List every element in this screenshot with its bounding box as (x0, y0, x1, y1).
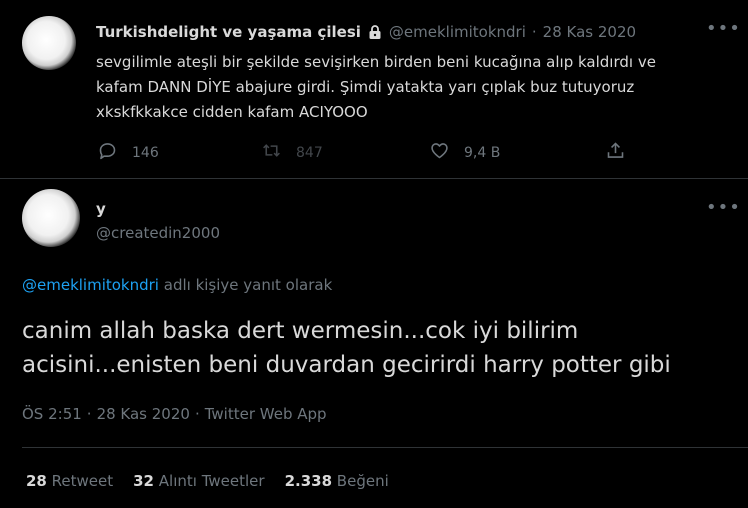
stats-row: 28 Retweet 32 Alıntı Tweetler 2.338 Beğe… (26, 472, 389, 490)
first-tweet-handle[interactable]: @emeklimitokndri (389, 23, 526, 41)
replying-to-suffix: adlı kişiye yanıt olarak (163, 276, 333, 294)
likes-stat[interactable]: 2.338 Beğeni (285, 472, 389, 490)
retweets-count: 28 (26, 472, 47, 490)
share-icon (605, 140, 626, 165)
first-tweet-date[interactable]: 28 Kas 2020 (543, 23, 636, 41)
reply-tweet-meta: ÖS 2:51 · 28 Kas 2020 · Twitter Web App (22, 405, 327, 423)
first-tweet-text-line: kafam DANN DİYE abajure girdi. Şimdi yat… (96, 78, 635, 96)
reply-tweet-text-line: acisini...enisten beni duvardan gecirird… (22, 352, 671, 378)
like-icon (429, 140, 450, 165)
like-button[interactable]: 9,4 B (429, 140, 500, 165)
divider (22, 447, 748, 448)
quotes-count: 32 (133, 472, 154, 490)
reply-button[interactable]: 146 (97, 140, 159, 165)
first-tweet-text: sevgilimle ateşli bir şekilde sevişirken… (96, 50, 656, 125)
avatar-reply-tweet[interactable] (22, 189, 80, 247)
retweet-icon (261, 140, 282, 165)
reply-tweet-source[interactable]: Twitter Web App (205, 405, 327, 423)
reply-tweet-text: canim allah baska dert wermesin...cok iy… (22, 314, 671, 382)
reply-tweet-date[interactable]: 28 Kas 2020 (97, 405, 190, 423)
share-button[interactable] (605, 140, 626, 165)
avatar-first-tweet[interactable] (22, 16, 76, 70)
divider (0, 178, 748, 179)
reply-count: 146 (132, 144, 159, 161)
likes-count: 2.338 (284, 472, 333, 490)
more-icon[interactable]: ••• (706, 18, 741, 39)
like-count: 9,4 B (464, 144, 501, 161)
reply-tweet-time[interactable]: ÖS 2:51 (22, 405, 82, 423)
reply-tweet-handle[interactable]: @createdin2000 (96, 224, 220, 242)
reply-tweet-display-name[interactable]: y (96, 200, 106, 218)
lock-icon (367, 24, 383, 40)
first-tweet-text-line: sevgilimle ateşli bir şekilde sevişirken… (96, 53, 656, 71)
more-icon[interactable]: ••• (706, 197, 741, 218)
reply-icon (97, 140, 118, 165)
meta-separator: · (86, 405, 92, 423)
first-tweet-text-line: xkskfkkakce cidden kafam ACIYOOO (96, 103, 368, 121)
likes-label: Beğeni (336, 472, 389, 490)
retweets-label: Retweet (51, 472, 114, 490)
quotes-label: Alıntı Tweetler (158, 472, 265, 490)
meta-separator: · (194, 405, 200, 423)
replying-to-handle[interactable]: @emeklimitokndri (22, 276, 159, 294)
retweet-count: 847 (296, 144, 323, 161)
reply-tweet-text-line: canim allah baska dert wermesin...cok iy… (22, 318, 579, 344)
first-tweet-header: Turkishdelight ve yaşama çilesi @emeklim… (96, 23, 636, 41)
quotes-stat[interactable]: 32 Alıntı Tweetler (133, 472, 264, 490)
retweets-stat[interactable]: 28 Retweet (26, 472, 113, 490)
retweet-button[interactable]: 847 (261, 140, 323, 165)
replying-to: @emeklimitokndri adlı kişiye yanıt olara… (22, 276, 332, 294)
first-tweet-display-name[interactable]: Turkishdelight ve yaşama çilesi (96, 23, 361, 41)
first-tweet-separator: · (531, 23, 537, 41)
